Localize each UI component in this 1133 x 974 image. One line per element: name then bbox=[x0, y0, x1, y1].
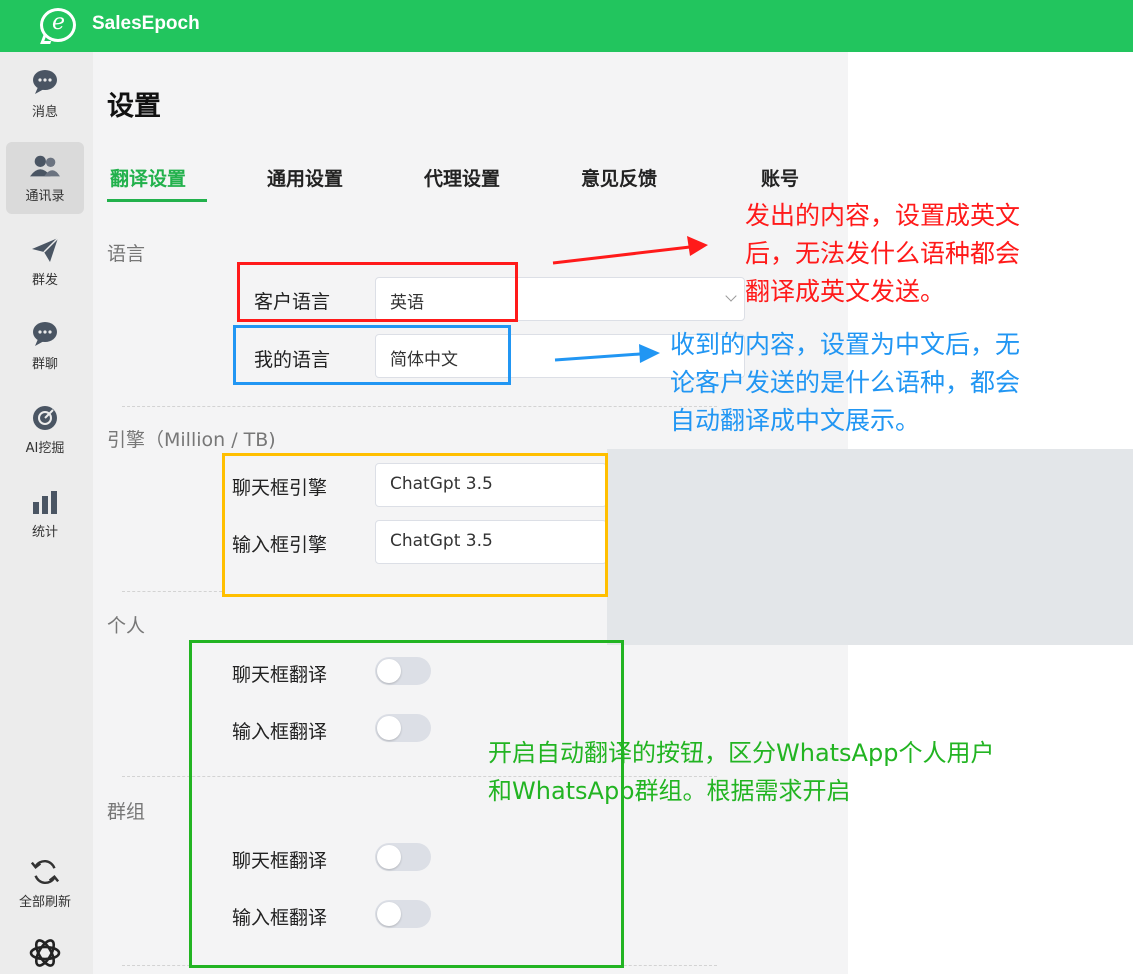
refresh-icon bbox=[30, 859, 60, 885]
chat-bubble-icon bbox=[30, 69, 60, 95]
yellow-annotation-box bbox=[222, 453, 608, 597]
divider bbox=[122, 591, 222, 592]
app-title: SalesEpoch bbox=[92, 13, 200, 34]
sidebar-item-label: 消息 bbox=[31, 104, 58, 120]
sidebar-item-contacts[interactable]: 通讯录 bbox=[6, 142, 84, 214]
group-section-title: 群组 bbox=[107, 801, 146, 823]
sidebar-item-label: 统计 bbox=[31, 524, 58, 540]
sidebar-item-ai-mining[interactable]: AI挖掘 bbox=[6, 394, 84, 466]
refresh-all-label: 全部刷新 bbox=[18, 894, 71, 910]
red-annotation-box bbox=[237, 262, 518, 322]
divider bbox=[122, 406, 717, 407]
sidebar-item-label: 群聊 bbox=[31, 356, 58, 372]
app-header: e SalesEpoch bbox=[0, 0, 1133, 52]
openai-icon[interactable] bbox=[28, 936, 62, 970]
blue-annotation-text: 收到的内容，设置为中文后，无 论客户发送的是什么语种，都会 自动翻译成中文展示。 bbox=[670, 330, 1021, 435]
ai-target-icon bbox=[30, 405, 60, 431]
blue-annotation-box bbox=[233, 325, 511, 385]
sidebar-item-label: 群发 bbox=[31, 272, 58, 288]
overlay-block bbox=[607, 449, 1133, 645]
contacts-icon bbox=[30, 153, 60, 179]
tab-feedback[interactable]: 意见反馈 bbox=[581, 164, 657, 191]
green-annotation-text: 开启自动翻译的按钮，区分WhatsApp个人用户 和WhatsApp群组。根据需… bbox=[488, 739, 995, 805]
tab-translation-settings[interactable]: 翻译设置 bbox=[110, 164, 186, 191]
sidebar-item-label: 通讯录 bbox=[25, 188, 65, 204]
sidebar-item-messages[interactable]: 消息 bbox=[6, 58, 84, 130]
tab-account[interactable]: 账号 bbox=[761, 164, 799, 191]
tab-proxy-settings[interactable]: 代理设置 bbox=[424, 164, 500, 191]
tab-general-settings[interactable]: 通用设置 bbox=[267, 164, 343, 191]
page-title: 设置 bbox=[107, 91, 161, 122]
active-tab-indicator bbox=[107, 199, 207, 202]
red-arrow-icon bbox=[552, 236, 708, 265]
sidebar-item-label: AI挖掘 bbox=[25, 440, 65, 456]
bar-chart-icon bbox=[30, 489, 60, 515]
personal-section-title: 个人 bbox=[107, 615, 146, 637]
chevron-down-icon bbox=[725, 290, 737, 302]
app-logo-letter: e bbox=[52, 10, 66, 35]
language-section-title: 语言 bbox=[107, 243, 146, 265]
blue-arrow-icon bbox=[554, 344, 660, 363]
sidebar-item-statistics[interactable]: 统计 bbox=[6, 478, 84, 550]
sidebar-item-group-chat[interactable]: 群聊 bbox=[6, 310, 84, 382]
engine-section-title: 引擎（Million / TB) bbox=[107, 429, 276, 451]
sidebar-item-broadcast[interactable]: 群发 bbox=[6, 226, 84, 298]
refresh-all-button[interactable]: 全部刷新 bbox=[5, 848, 85, 920]
red-annotation-text: 发出的内容，设置成英文 后，无法发什么语种都会 翻译成英文发送。 bbox=[745, 201, 1021, 306]
group-chat-icon bbox=[30, 321, 60, 347]
send-plane-icon bbox=[30, 236, 60, 263]
